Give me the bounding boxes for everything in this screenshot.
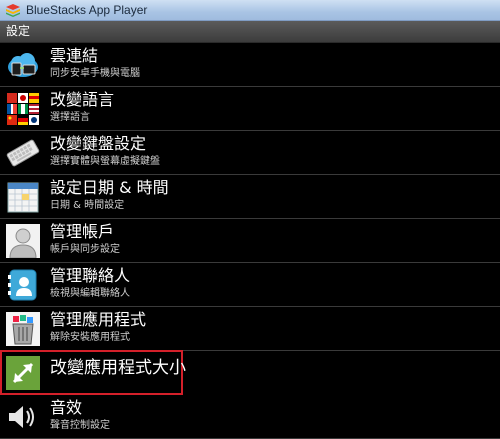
settings-item-sound[interactable]: 音效 聲音控制設定 <box>0 395 500 439</box>
item-subtitle: 聲音控制設定 <box>50 420 110 431</box>
contacts-icon <box>8 269 37 301</box>
item-subtitle: 帳戶與同步設定 <box>50 244 120 255</box>
item-subtitle: 檢視與編輯聯絡人 <box>50 288 130 299</box>
language-flags-icon <box>7 93 39 125</box>
item-title: 改變應用程式大小 <box>50 358 186 378</box>
item-title: 雲連結 <box>50 46 99 65</box>
item-title: 音效 <box>50 398 83 417</box>
settings-item-keyboard-settings[interactable]: 改變鍵盤設定 選擇實體與螢幕虛擬鍵盤 <box>0 131 500 175</box>
settings-item-date-time[interactable]: 設定日期 & 時間 日期 & 時間設定 <box>0 175 500 219</box>
keyboard-icon <box>6 139 40 167</box>
item-title: 管理帳戶 <box>50 222 115 241</box>
item-subtitle: 選擇實體與螢幕虛擬鍵盤 <box>50 156 160 167</box>
item-subtitle: 解除安裝應用程式 <box>50 332 130 343</box>
account-person-icon <box>6 224 40 258</box>
settings-item-cloud-connect[interactable]: 雲連結 同步安卓手機與電腦 <box>0 43 500 87</box>
item-title: 管理應用程式 <box>50 310 147 329</box>
trash-apps-icon <box>6 312 40 346</box>
settings-header: 設定 <box>0 21 500 43</box>
cloud-sync-icon <box>8 53 38 77</box>
settings-item-change-app-size[interactable]: 改變應用程式大小 <box>0 350 186 395</box>
calendar-icon <box>7 182 39 213</box>
window-title-bar: BlueStacks App Player <box>0 0 500 21</box>
item-title: 改變鍵盤設定 <box>50 134 147 153</box>
item-title: 設定日期 & 時間 <box>50 178 169 197</box>
item-title: 管理聯絡人 <box>50 266 131 285</box>
settings-item-manage-apps[interactable]: 管理應用程式 解除安裝應用程式 <box>0 307 500 351</box>
settings-item-change-language[interactable]: 改變語言 選擇語言 <box>0 87 500 131</box>
item-subtitle: 日期 & 時間設定 <box>50 200 125 211</box>
bluestacks-logo-icon <box>6 4 20 17</box>
settings-item-manage-accounts[interactable]: 管理帳戶 帳戶與同步設定 <box>0 219 500 263</box>
settings-item-manage-contacts[interactable]: 管理聯絡人 檢視與編輯聯絡人 <box>0 263 500 307</box>
resize-arrows-icon <box>6 356 40 390</box>
settings-header-title: 設定 <box>6 24 31 38</box>
item-subtitle: 選擇語言 <box>50 112 90 123</box>
item-title: 改變語言 <box>50 90 115 109</box>
item-subtitle: 同步安卓手機與電腦 <box>50 68 140 79</box>
window-title: BlueStacks App Player <box>26 3 148 17</box>
speaker-icon <box>9 406 34 428</box>
